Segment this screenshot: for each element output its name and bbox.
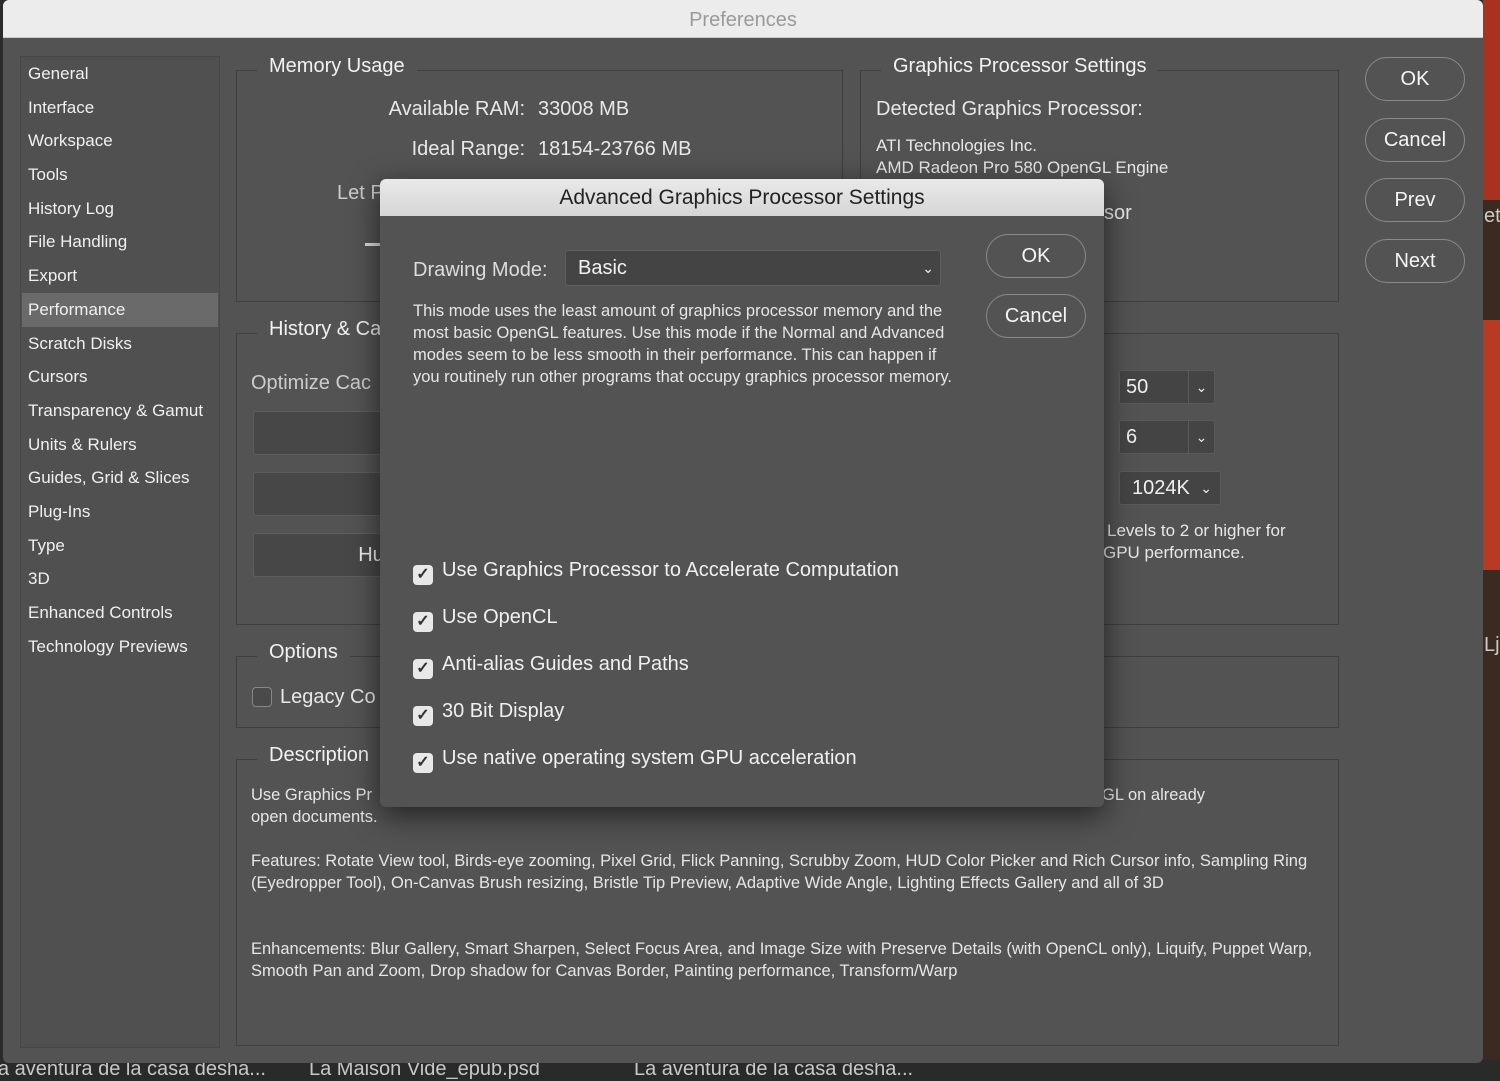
checkbox-label: Use native operating system GPU accelera… xyxy=(442,747,857,769)
optimize-cache-label: Optimize Cac xyxy=(251,372,372,394)
use-gpu-label: sor xyxy=(1104,202,1132,224)
cache-tile-size-select[interactable]: 1024K ⌄ xyxy=(1119,471,1221,505)
chevron-down-icon[interactable]: ⌄ xyxy=(1188,371,1214,403)
checkbox-icon[interactable]: ✓ xyxy=(413,659,433,679)
drawing-mode-value: Basic xyxy=(578,257,627,279)
memory-usage-title: Memory Usage xyxy=(257,55,417,78)
gpu-model: AMD Radeon Pro 580 OpenGL Engine xyxy=(876,158,1169,177)
checkbox-label: Anti-alias Guides and Paths xyxy=(442,653,689,675)
chevron-down-icon: ⌄ xyxy=(1200,480,1212,496)
background-text: Lj xyxy=(1484,634,1500,656)
history-cache-title: History & Ca xyxy=(257,318,394,341)
sidebar-item-3d[interactable]: 3D xyxy=(22,562,218,596)
sidebar-item-history-log[interactable]: History Log xyxy=(22,192,218,226)
memory-slider[interactable] xyxy=(365,243,381,246)
dialog-cancel-button[interactable]: Cancel xyxy=(986,294,1086,338)
detected-gpu-label: Detected Graphics Processor: xyxy=(876,98,1143,120)
background-text: et xyxy=(1484,205,1500,227)
dialog-checkbox-row[interactable]: ✓ Use native operating system GPU acceler… xyxy=(413,747,857,773)
checkbox-icon[interactable]: ✓ xyxy=(413,612,433,632)
checkbox-label: 30 Bit Display xyxy=(442,700,565,722)
sidebar-item-enhanced-controls[interactable]: Enhanced Controls xyxy=(22,596,218,630)
sidebar-item-cursors[interactable]: Cursors xyxy=(22,360,218,394)
background-artwork xyxy=(1483,0,1500,200)
available-ram-label: Available RAM: xyxy=(388,98,525,120)
dialog-checkbox-row[interactable]: ✓ 30 Bit Display xyxy=(413,700,565,726)
checkbox-icon[interactable]: ✓ xyxy=(413,753,433,773)
chevron-down-icon[interactable]: ⌄ xyxy=(1188,421,1214,453)
sidebar-item-technology-previews[interactable]: Technology Previews xyxy=(22,630,218,664)
features-text: Features: Rotate View tool, Birds-eye zo… xyxy=(251,852,1308,892)
drawing-mode-select[interactable]: Basic ⌄ xyxy=(565,250,941,286)
options-title: Options xyxy=(257,641,350,664)
sidebar-item-file-handling[interactable]: File Handling xyxy=(22,225,218,259)
window-title: Preferences xyxy=(3,0,1483,38)
description-title: Description xyxy=(257,744,382,767)
available-ram-value: 33008 MB xyxy=(538,98,630,120)
cache-tile-size-value: 1024K xyxy=(1132,477,1190,499)
dialog-checkbox-row[interactable]: ✓ Use Graphics Processor to Accelerate Co… xyxy=(413,559,899,585)
drawing-mode-label: Drawing Mode: xyxy=(413,259,548,281)
chevron-down-icon: ⌄ xyxy=(922,260,934,276)
checkbox-icon[interactable]: ✓ xyxy=(413,706,433,726)
sidebar-item-plug-ins[interactable]: Plug-Ins xyxy=(22,495,218,529)
legacy-compositing-checkbox[interactable] xyxy=(252,687,272,707)
sidebar-item-export[interactable]: Export xyxy=(22,259,218,293)
cache-levels-combo[interactable]: 6 ⌄ xyxy=(1119,420,1215,454)
sidebar-item-type[interactable]: Type xyxy=(22,529,218,563)
description-text: Use Graphics Pr xyxy=(251,786,373,804)
background-artwork xyxy=(1483,320,1500,570)
description-text: open documents. xyxy=(251,808,378,826)
enhancements-text: Enhancements: Blur Gallery, Smart Sharpe… xyxy=(251,940,1313,980)
sidebar-item-general[interactable]: General xyxy=(22,57,218,91)
sidebar-item-workspace[interactable]: Workspace xyxy=(22,124,218,158)
preferences-sidebar: General Interface Workspace Tools History Lo… xyxy=(20,56,220,1048)
dialog-ok-button[interactable]: OK xyxy=(986,234,1086,278)
sidebar-item-interface[interactable]: Interface xyxy=(22,91,218,125)
advanced-gpu-settings-dialog: Advanced Graphics Processor Settings Dra… xyxy=(380,179,1104,807)
let-photoshop-use-label: Let P xyxy=(337,182,384,204)
sidebar-item-performance[interactable]: Performance xyxy=(22,292,218,327)
sidebar-item-transparency-gamut[interactable]: Transparency & Gamut xyxy=(22,394,218,428)
sidebar-item-units-rulers[interactable]: Units & Rulers xyxy=(22,428,218,462)
gpu-vendor: ATI Technologies Inc. xyxy=(876,136,1037,155)
history-states-value: 50 xyxy=(1126,376,1149,398)
legacy-compositing-label: Legacy Co xyxy=(280,686,376,708)
history-states-combo[interactable]: 50 ⌄ xyxy=(1119,370,1215,404)
checkbox-label: Use Graphics Processor to Accelerate Com… xyxy=(442,559,899,581)
cache-levels-value: 6 xyxy=(1126,426,1138,448)
dialog-title: Advanced Graphics Processor Settings xyxy=(380,179,1104,216)
next-button[interactable]: Next xyxy=(1365,239,1465,283)
ideal-range-label: Ideal Range: xyxy=(411,138,525,160)
sidebar-item-scratch-disks[interactable]: Scratch Disks xyxy=(22,327,218,361)
cache-note: GPU performance. xyxy=(1103,543,1245,562)
document-tabs: a aventura de la casa desha... La Maison… xyxy=(0,1058,1500,1081)
description-text: GL on already xyxy=(1102,786,1206,804)
checkbox-label: Use OpenCL xyxy=(442,606,558,628)
checkbox-icon[interactable]: ✓ xyxy=(413,565,433,585)
dialog-checkbox-row[interactable]: ✓ Anti-alias Guides and Paths xyxy=(413,653,689,679)
ideal-range-value: 18154-23766 MB xyxy=(538,138,692,160)
cancel-button[interactable]: Cancel xyxy=(1365,118,1465,162)
prev-button[interactable]: Prev xyxy=(1365,178,1465,222)
sidebar-item-guides-grid-slices[interactable]: Guides, Grid & Slices xyxy=(22,461,218,495)
graphics-processor-title: Graphics Processor Settings xyxy=(881,55,1159,78)
cache-note: Levels to 2 or higher for xyxy=(1107,521,1286,540)
drawing-mode-description: This mode uses the least amount of graph… xyxy=(413,302,952,386)
dialog-checkbox-row[interactable]: ✓ Use OpenCL xyxy=(413,606,558,632)
sidebar-item-tools[interactable]: Tools xyxy=(22,158,218,192)
ok-button[interactable]: OK xyxy=(1365,57,1465,101)
